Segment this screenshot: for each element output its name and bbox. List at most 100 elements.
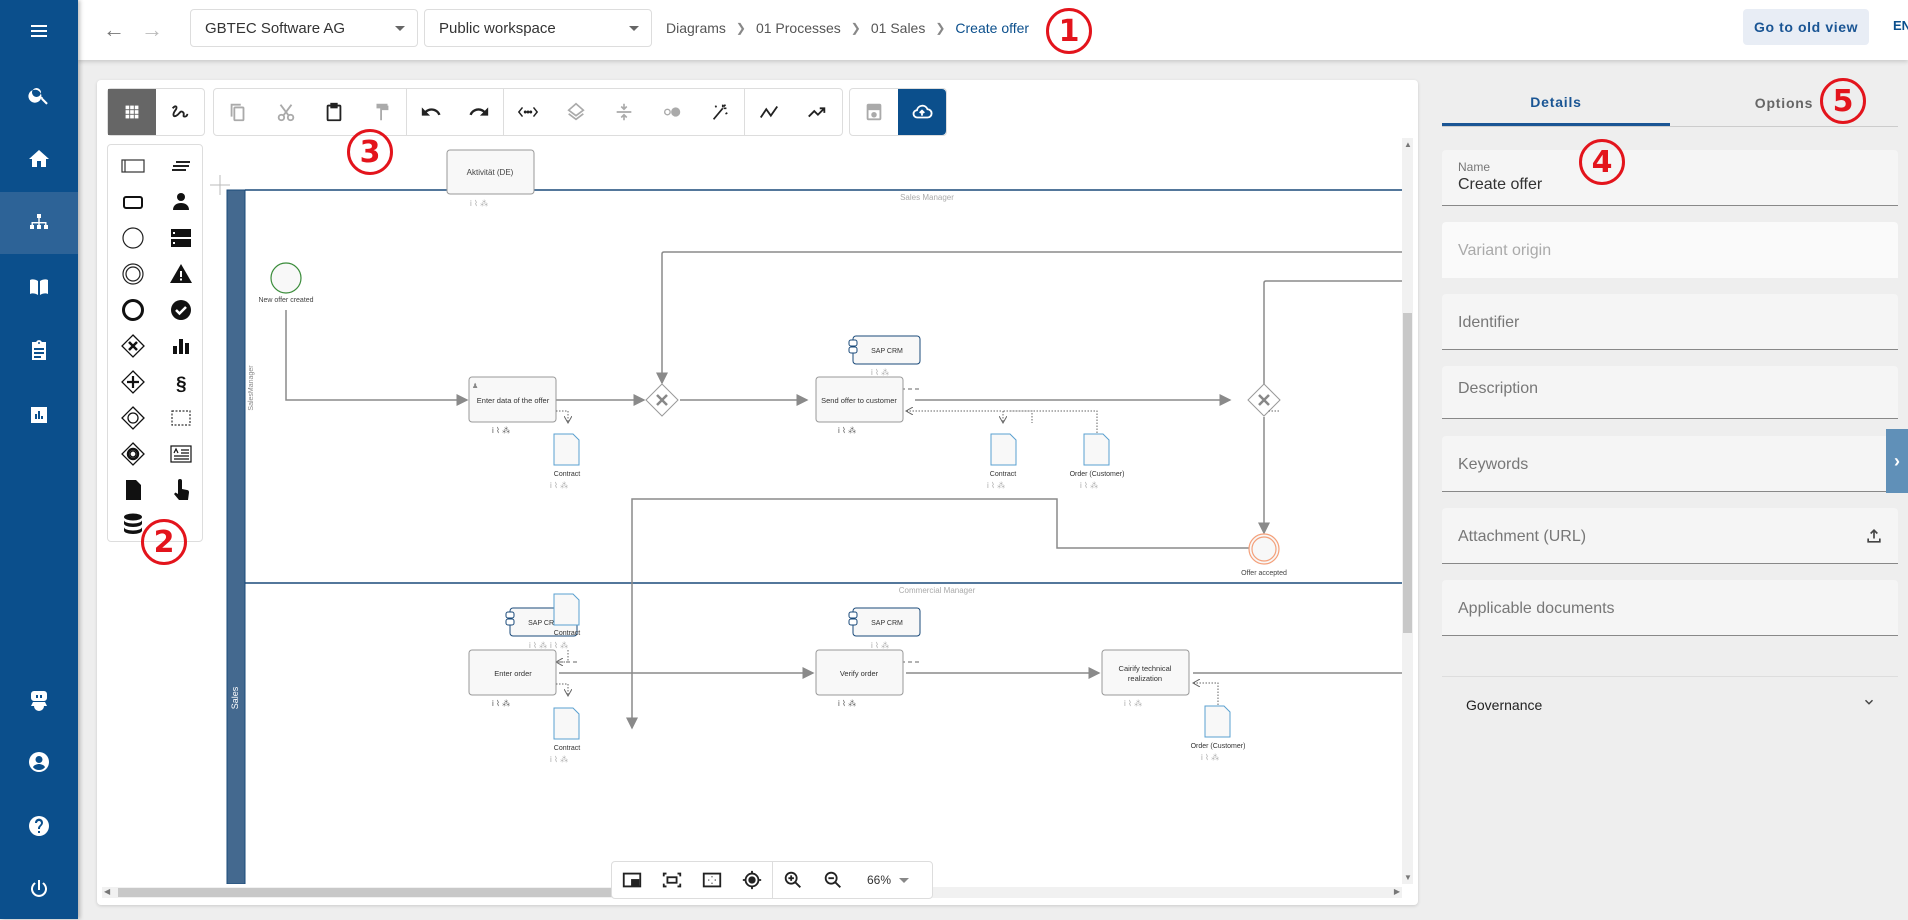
code-button[interactable]	[504, 89, 552, 135]
organization-value: GBTEC Software AG	[205, 19, 346, 37]
sidebar-item-logout[interactable]	[0, 858, 78, 920]
breadcrumb-item[interactable]: Diagrams	[666, 20, 726, 36]
organization-select[interactable]: GBTEC Software AG	[190, 9, 418, 47]
scroll-left-icon[interactable]: ◀	[104, 887, 110, 896]
cut-button[interactable]	[262, 89, 310, 135]
cut-icon	[277, 104, 295, 122]
svg-text:Contract: Contract	[554, 745, 581, 752]
back-button[interactable]: ←	[100, 16, 128, 44]
fit-selection-button[interactable]	[652, 862, 692, 898]
scroll-right-icon[interactable]: ▶	[1394, 887, 1400, 896]
home-icon	[29, 150, 49, 167]
magic-wand-button[interactable]	[696, 89, 744, 135]
identifier-field[interactable]: Identifier	[1442, 294, 1898, 350]
code-icon	[517, 106, 539, 118]
zoom-toolbar: 66%	[611, 861, 933, 899]
upload-icon[interactable]	[1864, 526, 1884, 546]
connector-icon	[759, 105, 779, 119]
palette-group[interactable]	[166, 403, 196, 433]
palette-touch[interactable]	[166, 475, 196, 505]
breadcrumb-item[interactable]: 01 Sales	[871, 20, 925, 36]
palette-document[interactable]	[118, 475, 148, 505]
keywords-field[interactable]: Keywords	[1442, 436, 1898, 492]
palette-intermediate-event[interactable]	[118, 259, 148, 289]
breadcrumb-item[interactable]: 01 Processes	[756, 20, 841, 36]
sidebar-item-diagrams[interactable]	[0, 192, 78, 254]
zoom-out-button[interactable]	[813, 862, 853, 898]
scroll-up-icon[interactable]: ▲	[1404, 140, 1412, 149]
align-button[interactable]	[600, 89, 648, 135]
go-to-old-view-button[interactable]: Go to old view	[1743, 9, 1870, 45]
zoom-level-select[interactable]: 66%	[867, 873, 910, 887]
forward-button[interactable]: →	[138, 16, 166, 44]
description-field[interactable]: Description	[1442, 366, 1898, 419]
sidebar-item-help[interactable]	[0, 795, 78, 857]
svg-text:Enter order: Enter order	[494, 669, 532, 678]
intermediate-event-icon	[122, 263, 144, 285]
copy-button[interactable]	[214, 89, 262, 135]
connector-button[interactable]	[745, 89, 793, 135]
vertical-scroll-thumb[interactable]	[1403, 313, 1412, 633]
toggle-button[interactable]	[648, 89, 696, 135]
palette-pool[interactable]	[118, 151, 148, 181]
palette-exclusive-gateway[interactable]	[118, 331, 148, 361]
annotation-marker-1: 1	[1046, 8, 1092, 54]
palette-check[interactable]	[166, 295, 196, 325]
sidebar-item-assistant[interactable]	[0, 668, 78, 730]
palette-task[interactable]	[118, 187, 148, 217]
palette-parallel-gateway[interactable]	[118, 367, 148, 397]
workspace-select[interactable]: Public workspace	[424, 9, 652, 47]
attachment-url-field[interactable]: Attachment (URL)	[1442, 508, 1898, 564]
name-field[interactable]: Name Create offer	[1442, 150, 1898, 206]
tab-details[interactable]: Details	[1442, 80, 1670, 126]
applicable-documents-field[interactable]: Applicable documents	[1442, 580, 1898, 636]
zoom-in-button[interactable]	[773, 862, 813, 898]
collapse-panel-button[interactable]: ›	[1886, 429, 1908, 493]
save-button[interactable]	[850, 89, 898, 135]
redo-button[interactable]	[455, 89, 503, 135]
governance-section[interactable]: Governance	[1442, 676, 1898, 732]
palette-text[interactable]	[166, 151, 196, 181]
fit-selection-icon	[662, 872, 682, 888]
minimap-button[interactable]	[612, 862, 652, 898]
sidebar-item-glossary[interactable]	[0, 256, 78, 318]
sidebar-item-profile[interactable]	[0, 731, 78, 793]
palette-regulation[interactable]: §	[166, 367, 196, 397]
vertical-scrollbar[interactable]: ▲ ▼	[1402, 138, 1413, 884]
palette-start-event[interactable]	[118, 223, 148, 253]
connector-arrow-button[interactable]	[793, 89, 841, 135]
language-switcher: EN ⇄ DE	[1893, 17, 1908, 34]
language-en[interactable]: EN	[1893, 18, 1908, 33]
fit-page-button[interactable]	[692, 862, 732, 898]
start-event-icon	[122, 227, 144, 249]
palette-form[interactable]	[166, 439, 196, 469]
undo-button[interactable]	[407, 89, 455, 135]
breadcrumb: Diagrams ❯ 01 Processes ❯ 01 Sales ❯ Cre…	[666, 20, 1029, 36]
grid-mode-button[interactable]	[108, 89, 156, 135]
diagram-canvas[interactable]: Sales Sales Manager Commercial Manager S…	[207, 138, 1499, 884]
sidebar-item-home[interactable]	[0, 128, 78, 190]
svg-text:i ⌇ ⁂: i ⌇ ⁂	[492, 699, 510, 708]
paste-button[interactable]	[310, 89, 358, 135]
palette-kpi[interactable]	[166, 331, 196, 361]
palette-end-event[interactable]	[118, 295, 148, 325]
palette-inclusive-gateway[interactable]	[118, 403, 148, 433]
freehand-mode-button[interactable]	[156, 89, 204, 135]
sidebar-item-search[interactable]	[0, 64, 78, 126]
group-icon	[171, 410, 191, 426]
svg-text:§: §	[176, 374, 187, 395]
palette-risk[interactable]	[166, 259, 196, 289]
scroll-down-icon[interactable]: ▼	[1404, 873, 1412, 882]
sidebar-item-tasks[interactable]	[0, 320, 78, 382]
palette-complex-gateway[interactable]	[118, 439, 148, 469]
layers-button[interactable]	[552, 89, 600, 135]
palette-role[interactable]	[166, 187, 196, 217]
format-painter-button[interactable]	[358, 89, 406, 135]
publish-button[interactable]	[898, 89, 946, 135]
center-button[interactable]	[732, 862, 772, 898]
chevron-down-icon	[1864, 699, 1874, 705]
palette-server[interactable]	[166, 223, 196, 253]
sidebar-item-reports[interactable]	[0, 384, 78, 446]
annotation-marker-4: 4	[1579, 139, 1625, 185]
sidebar-item-menu[interactable]	[0, 0, 78, 62]
